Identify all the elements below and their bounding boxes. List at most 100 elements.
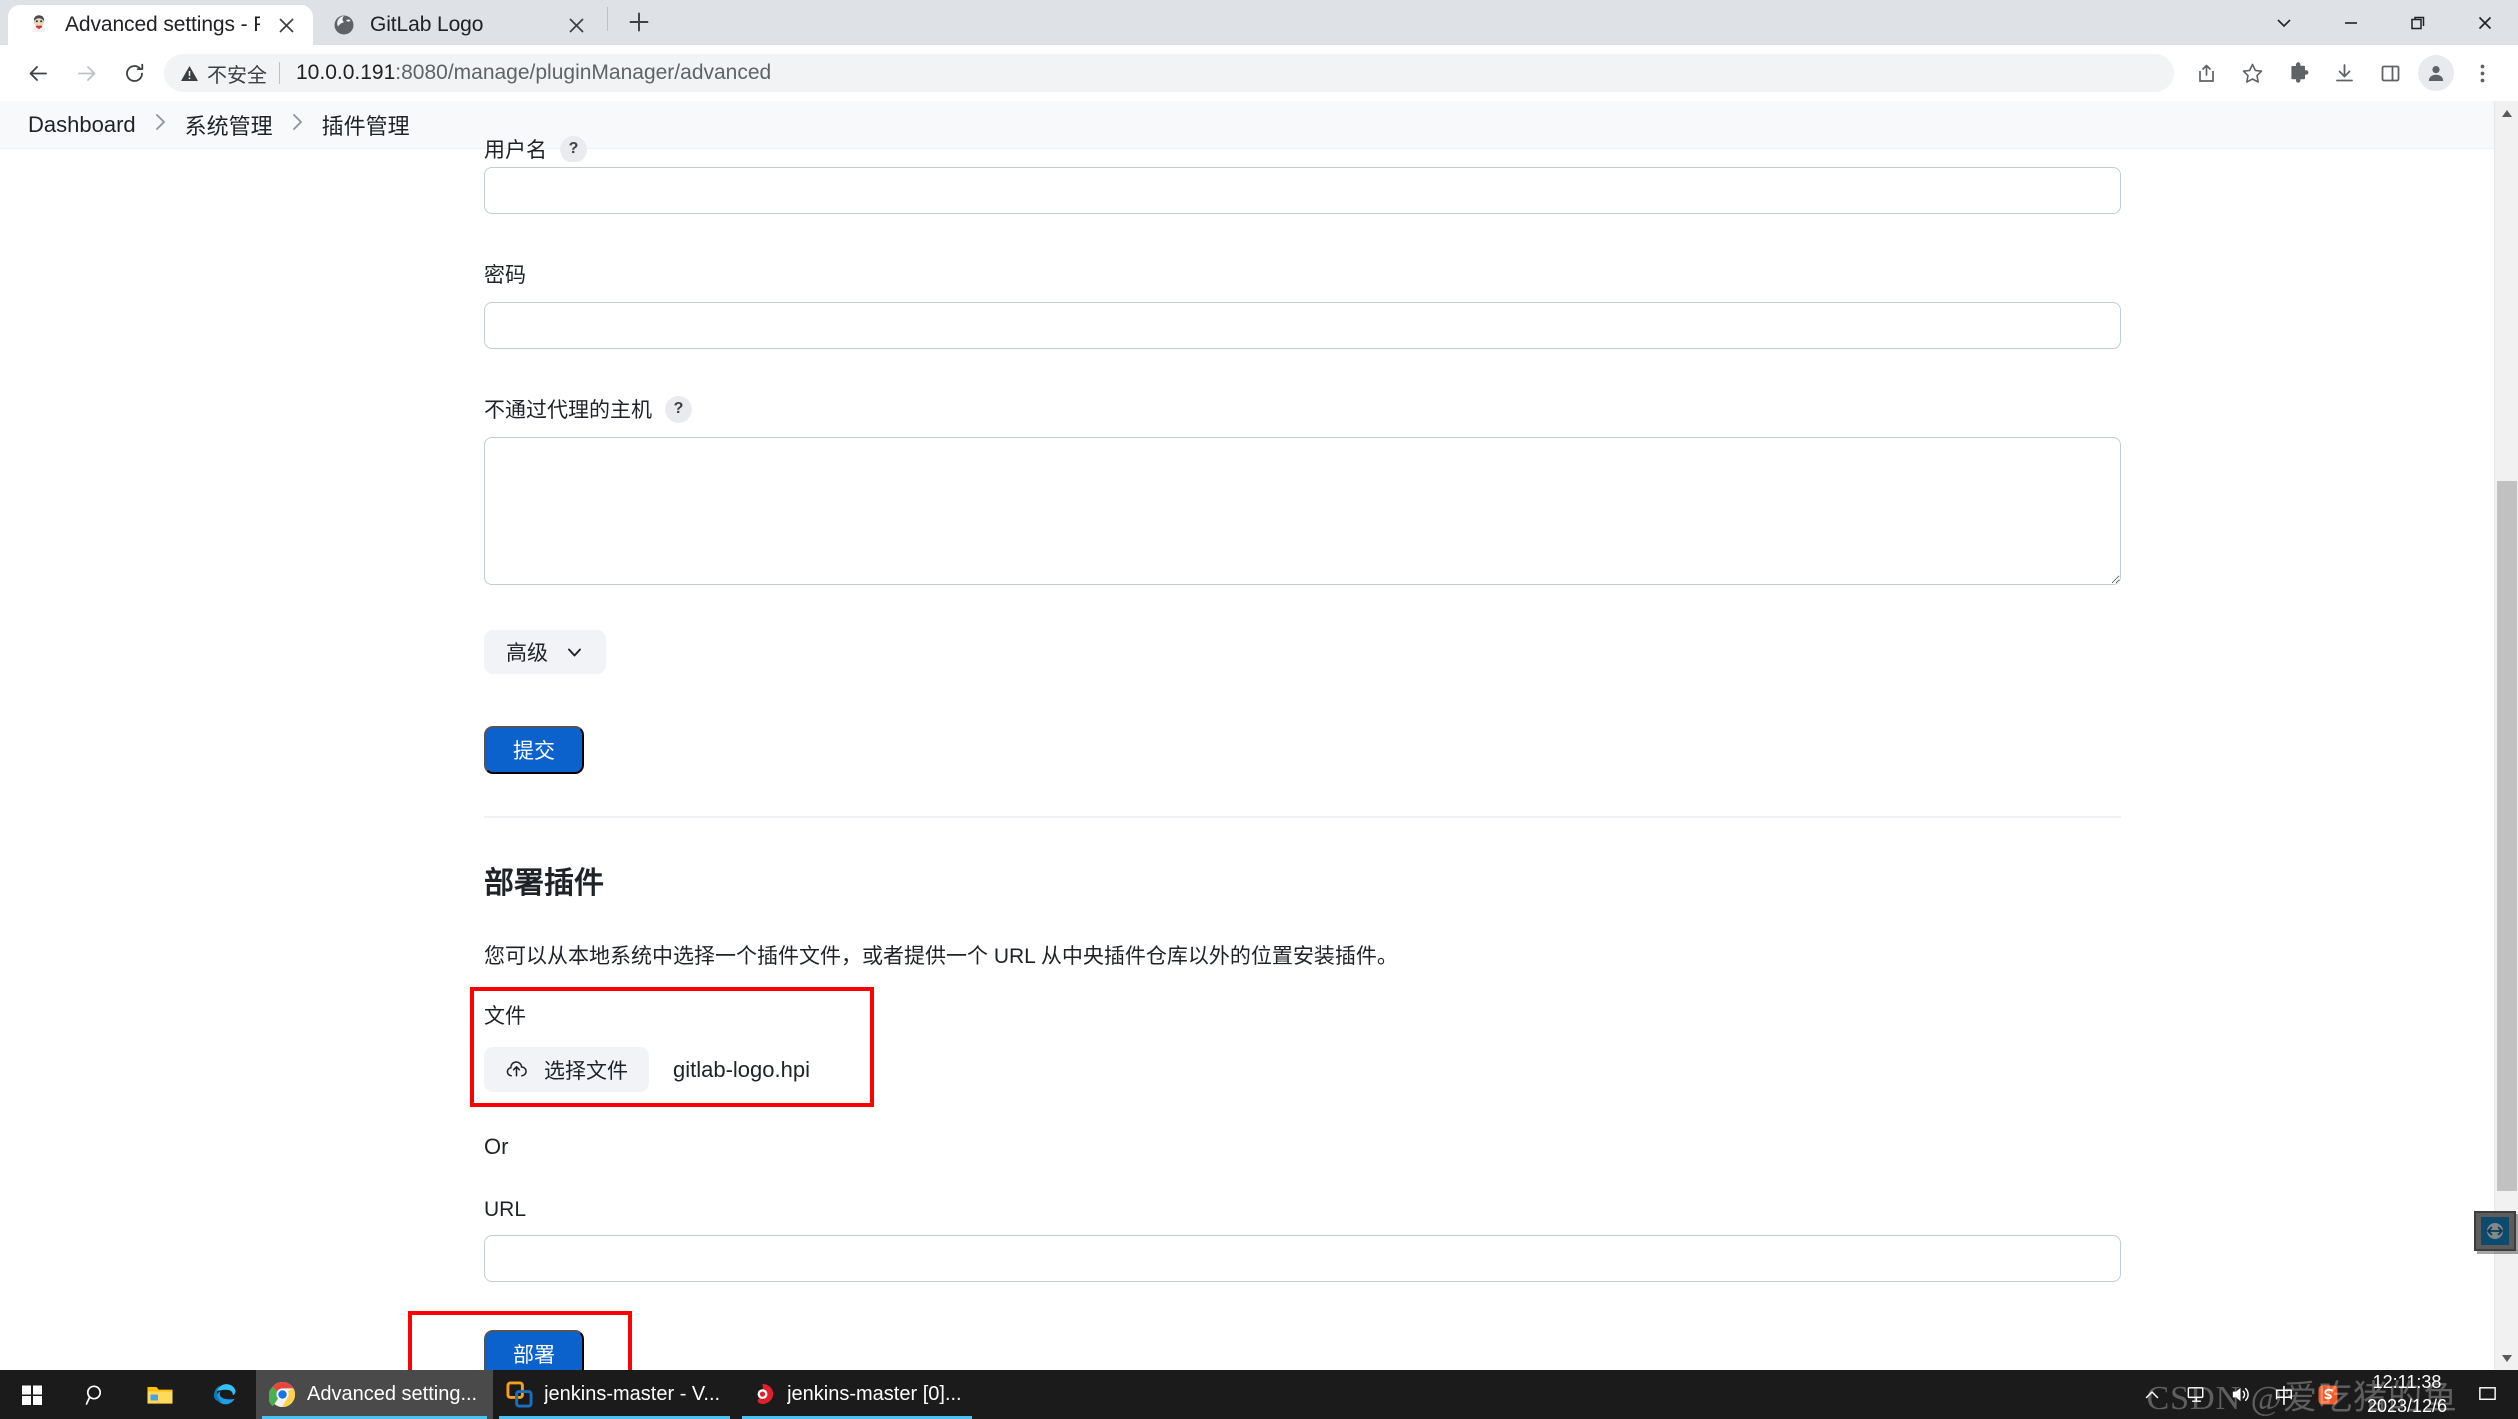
chrome-icon [269,1381,296,1408]
windows-taskbar: Advanced setting... jenkins-master - V..… [0,1370,2518,1419]
taskbar-app-chrome[interactable]: Advanced setting... [256,1370,494,1419]
selected-file-name: gitlab-logo.hpi [673,1056,810,1082]
or-label: Or [484,1134,509,1159]
edge-browser-icon[interactable] [192,1370,256,1419]
deploy-section-description: 您可以从本地系统中选择一个插件文件，或者提供一个 URL 从中央插件仓库以外的位… [484,945,1398,968]
minimize-icon[interactable] [2317,0,2384,45]
bookmark-star-icon[interactable] [2230,51,2274,95]
url-text: 10.0.0.191:8080/manage/pluginManager/adv… [296,61,771,85]
taskbar-app-xshell[interactable]: jenkins-master [0]... [736,1370,978,1419]
form-column: 用户名 ? 密码 不通过代理的主机 ? 高级 提交 部署插件 您可以从本地系统中… [408,136,2121,1370]
breadcrumb-item-dashboard[interactable]: Dashboard [26,112,138,138]
resize-widget-inner [2481,1217,2509,1245]
advanced-label: 高级 [506,642,548,665]
side-panel-icon[interactable] [2368,51,2412,95]
network-monitor-icon[interactable] [2174,1370,2218,1419]
username-input[interactable] [484,167,2121,214]
omnibox-divider [279,62,280,84]
speaker-icon[interactable] [2218,1370,2262,1419]
security-label: 不安全 [207,64,267,87]
not-secure-indicator[interactable]: 不安全 [180,59,267,88]
cloud-upload-icon [505,1058,528,1081]
taskbar-app-label: jenkins-master - V... [544,1383,721,1405]
form-content: 用户名 ? 密码 不通过代理的主机 ? 高级 提交 部署插件 您可以从本地系统中… [0,136,2494,1370]
tray-chevron-icon[interactable] [2130,1370,2174,1419]
browser-tab-active[interactable]: Advanced settings - Plugins [J [8,5,313,45]
advanced-toggle-button[interactable]: 高级 [484,630,606,674]
toolbar-icons [2184,51,2504,95]
search-icon[interactable] [64,1370,128,1419]
taskbar-app-vmware[interactable]: jenkins-master - V... [493,1370,736,1419]
help-icon[interactable]: ? [665,395,692,423]
deploy-button-block: 部署 [408,1311,2121,1370]
submit-button[interactable]: 提交 [484,726,584,774]
tab-title: Advanced settings - Plugins [J [65,13,260,36]
globe-icon [331,12,357,38]
no-proxy-label-text: 不通过代理的主机 [484,399,652,422]
scrollbar-thumb[interactable] [2497,481,2517,1191]
new-tab-button[interactable] [618,1,660,43]
maximize-icon[interactable] [2384,0,2451,45]
breadcrumb-item-system-management[interactable]: 系统管理 [183,109,275,141]
sogou-icon[interactable] [2306,1370,2350,1419]
tab-divider [607,6,608,31]
url-host: 10.0.0.191 [296,61,396,84]
page-content: Dashboard 系统管理 插件管理 用户名 ? 密码 不通过代理的主机 ? … [0,101,2494,1370]
address-bar[interactable]: 不安全 10.0.0.191:8080/manage/pluginManager… [164,54,2174,92]
file-label: 文件 [484,1000,2121,1030]
browser-window: Advanced settings - Plugins [J GitLab Lo… [0,0,2518,1370]
tab-close-icon[interactable] [273,12,299,38]
tab-close-icon[interactable] [563,12,589,38]
extensions-puzzle-icon[interactable] [2276,51,2320,95]
choose-file-button[interactable]: 选择文件 [484,1047,649,1092]
browser-viewport: Dashboard 系统管理 插件管理 用户名 ? 密码 不通过代理的主机 ? … [0,101,2518,1370]
window-controls [2250,0,2518,45]
help-icon[interactable]: ? [560,136,587,162]
chevron-down-icon [565,643,584,662]
ime-indicator[interactable]: 中 [2262,1370,2306,1419]
browser-toolbar: 不安全 10.0.0.191:8080/manage/pluginManager… [0,45,2518,101]
notification-icon[interactable] [2470,1370,2504,1419]
breadcrumb-item-plugin-management[interactable]: 插件管理 [320,109,412,141]
browser-tab-gitlab[interactable]: GitLab Logo [313,5,603,45]
reload-icon[interactable] [110,49,158,97]
tab-strip: Advanced settings - Plugins [J GitLab Lo… [0,0,2518,45]
profile-avatar-icon[interactable] [2414,51,2458,95]
file-label-text: 文件 [484,1005,526,1028]
tray-clock[interactable]: 12:11:38 2023/12/6 [2350,1371,2470,1417]
scroll-down-icon[interactable] [2495,1346,2518,1370]
breadcrumb-separator-icon [154,113,167,137]
url-path: :8080/manage/pluginManager/advanced [395,61,772,84]
file-explorer-icon[interactable] [128,1370,192,1419]
warning-triangle-icon [181,65,198,81]
page-scrollbar[interactable] [2474,101,2518,1370]
section-divider [484,816,2121,818]
download-icon[interactable] [2322,51,2366,95]
deploy-button[interactable]: 部署 [484,1330,584,1370]
clock-time: 12:11:38 [2372,1372,2442,1393]
resize-horizontal-icon[interactable] [2474,1211,2516,1251]
forward-arrow-icon[interactable] [62,49,110,97]
windows-start-icon[interactable] [0,1370,64,1419]
chevron-down-icon[interactable] [2250,0,2317,45]
scroll-up-icon[interactable] [2495,101,2518,125]
plugin-url-input[interactable] [484,1235,2121,1282]
system-tray: 中 12:11:38 2023/12/6 [2130,1370,2518,1419]
back-arrow-icon[interactable] [14,49,62,97]
breadcrumb-separator-icon [291,113,304,137]
close-icon[interactable] [2451,0,2518,45]
password-label-text: 密码 [484,264,526,287]
tab-title: GitLab Logo [370,13,484,36]
password-input[interactable] [484,302,2121,349]
share-icon[interactable] [2184,51,2228,95]
taskbar-app-label: Advanced setting... [307,1383,478,1405]
clock-date: 2023/12/6 [2366,1395,2448,1416]
no-proxy-textarea[interactable] [484,437,2121,585]
no-proxy-label: 不通过代理的主机 ? [484,394,2121,424]
username-label-partial: 用户名 ? [484,136,587,162]
three-dot-menu-icon[interactable] [2460,51,2504,95]
breadcrumb: Dashboard 系统管理 插件管理 [0,101,2494,149]
username-label-text: 用户名 [484,139,547,162]
file-upload-row: 选择文件 gitlab-logo.hpi [484,1047,2121,1092]
vmware-icon [506,1381,533,1408]
